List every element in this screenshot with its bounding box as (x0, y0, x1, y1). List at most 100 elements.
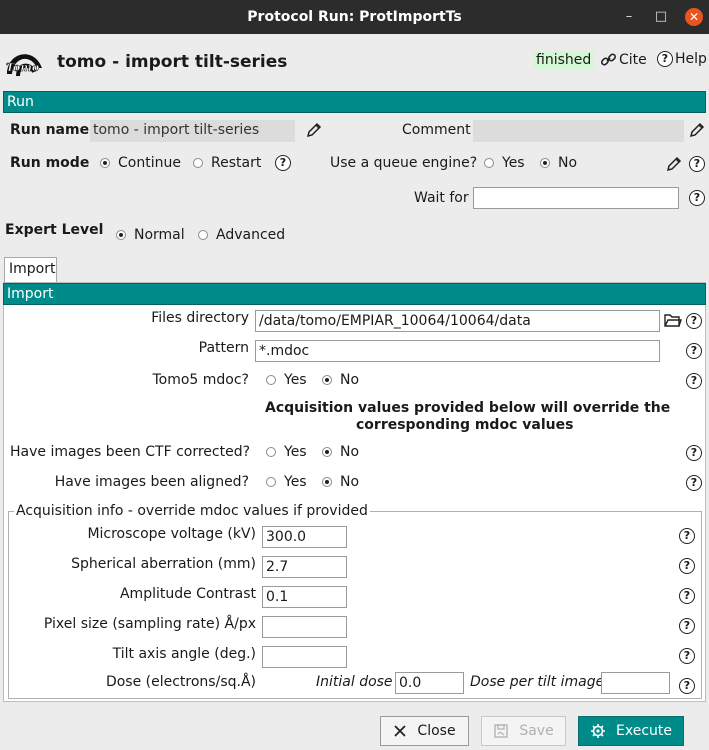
edit-run-name-icon[interactable] (305, 121, 323, 139)
wait-for-help-icon[interactable]: ? (689, 190, 705, 206)
expert-level-label: Expert Level (5, 222, 104, 238)
radio-aligned-no[interactable] (322, 477, 332, 487)
radio-continue[interactable] (100, 158, 110, 168)
aligned-help-icon[interactable]: ? (686, 475, 702, 491)
execute-button[interactable]: Execute (578, 716, 684, 746)
save-icon (494, 724, 508, 738)
pattern-input[interactable]: *.mdoc (255, 340, 660, 362)
run-mode-help-icon[interactable]: ? (275, 155, 291, 171)
queue-yes-label: Yes (502, 155, 525, 171)
dose-help-icon[interactable]: ? (679, 678, 695, 694)
aligned-no-option[interactable]: No (322, 474, 359, 490)
tilt-axis-help-icon[interactable]: ? (679, 648, 695, 664)
ctf-corrected-label: Have images been CTF corrected? (10, 444, 251, 460)
radio-ctf-yes[interactable] (266, 447, 276, 457)
edit-comment-icon[interactable] (688, 121, 706, 139)
run-title: tomo - import tilt-series (57, 52, 288, 72)
cite-link[interactable]: Cite (600, 51, 647, 68)
spherical-aberration-help-icon[interactable]: ? (679, 558, 695, 574)
amplitude-contrast-input[interactable]: 0.1 (262, 586, 347, 608)
folder-browse-icon[interactable] (664, 312, 682, 328)
amplitude-contrast-help-icon[interactable]: ? (679, 588, 695, 604)
tomo5-yes-option[interactable]: Yes (266, 372, 307, 388)
ctf-yes-option[interactable]: Yes (266, 444, 307, 460)
minimize-icon[interactable]: – (620, 8, 638, 26)
voltage-help-icon[interactable]: ? (679, 528, 695, 544)
expert-advanced-option[interactable]: Advanced (198, 227, 285, 243)
radio-normal[interactable] (116, 230, 126, 240)
import-section-header: Import (3, 283, 706, 305)
execute-button-label: Execute (616, 723, 672, 739)
window-titlebar: Protocol Run: ProtImportTs – □ ✕ (0, 0, 709, 34)
pixel-size-input[interactable] (262, 616, 347, 638)
initial-dose-input[interactable]: 0.0 (395, 672, 464, 694)
edit-queue-icon[interactable] (665, 155, 683, 173)
expert-normal-option[interactable]: Normal (116, 227, 185, 243)
tomo5-yes-label: Yes (284, 372, 307, 388)
tomo-logo: Tomo (4, 44, 44, 82)
aligned-yes-option[interactable]: Yes (266, 474, 307, 490)
ctf-yes-label: Yes (284, 444, 307, 460)
dose-per-tilt-label: Dose per tilt image (470, 674, 605, 690)
tilt-axis-label: Tilt axis angle (deg.) (112, 646, 256, 662)
tomo5-no-option[interactable]: No (322, 372, 359, 388)
run-name-field: tomo - import tilt-series (90, 120, 295, 142)
expert-advanced-label: Advanced (216, 227, 286, 243)
tab-import[interactable]: Import (4, 257, 57, 282)
queue-help-icon[interactable]: ? (689, 156, 705, 172)
gear-icon (591, 724, 605, 738)
queue-no-label: No (558, 155, 578, 171)
run-mode-continue-option[interactable]: Continue (100, 155, 181, 171)
tilt-axis-input[interactable] (262, 646, 347, 668)
expert-normal-label: Normal (134, 227, 185, 243)
wait-for-label: Wait for (414, 190, 469, 206)
wait-for-input[interactable] (473, 187, 679, 209)
close-button[interactable]: Close (380, 716, 469, 746)
run-name-label: Run name (10, 122, 90, 138)
close-button-label: Close (417, 723, 456, 739)
help-link[interactable]: ? Help (657, 51, 707, 67)
aligned-label: Have images been aligned? (54, 474, 249, 490)
radio-ctf-no[interactable] (322, 447, 332, 457)
files-directory-help-icon[interactable]: ? (686, 313, 702, 329)
ctf-no-option[interactable]: No (322, 444, 359, 460)
queue-label: Use a queue engine? (330, 155, 478, 171)
save-button[interactable]: Save (481, 716, 566, 746)
tomo5-help-icon[interactable]: ? (686, 373, 702, 389)
files-directory-input[interactable]: /data/tomo/EMPIAR_10064/10064/data (255, 310, 660, 332)
run-mode-restart-option[interactable]: Restart (193, 155, 261, 171)
close-icon (394, 725, 407, 737)
close-window-icon[interactable]: ✕ (685, 8, 703, 26)
radio-advanced[interactable] (198, 230, 208, 240)
radio-tomo5-yes[interactable] (266, 375, 276, 385)
run-mode-restart-label: Restart (211, 155, 262, 171)
voltage-input[interactable]: 300.0 (262, 526, 347, 548)
comment-field (473, 120, 684, 142)
maximize-icon[interactable]: □ (652, 8, 670, 26)
tomo5-mdoc-label: Tomo5 mdoc? (152, 372, 249, 388)
radio-aligned-yes[interactable] (266, 477, 276, 487)
pixel-size-label: Pixel size (sampling rate) Å/px (43, 616, 256, 632)
queue-no-option[interactable]: No (540, 155, 577, 171)
status-badge: finished (533, 51, 595, 69)
comment-label: Comment (402, 122, 471, 138)
override-note-line1: Acquisition values provided below will o… (265, 400, 671, 416)
aligned-no-label: No (340, 474, 360, 490)
run-section-header: Run (3, 91, 706, 113)
svg-text:Tomo: Tomo (6, 61, 39, 74)
help-icon: ? (657, 51, 673, 67)
radio-queue-no[interactable] (540, 158, 550, 168)
dose-per-tilt-input[interactable] (601, 672, 670, 694)
voltage-label: Microscope voltage (kV) (87, 526, 256, 542)
pixel-size-help-icon[interactable]: ? (679, 618, 695, 634)
queue-yes-option[interactable]: Yes (484, 155, 525, 171)
spherical-aberration-input[interactable]: 2.7 (262, 556, 347, 578)
run-mode-continue-label: Continue (118, 155, 181, 171)
run-mode-label: Run mode (10, 155, 90, 171)
save-button-label: Save (519, 723, 554, 739)
radio-queue-yes[interactable] (484, 158, 494, 168)
ctf-help-icon[interactable]: ? (686, 445, 702, 461)
radio-restart[interactable] (193, 158, 203, 168)
pattern-help-icon[interactable]: ? (686, 343, 702, 359)
radio-tomo5-no[interactable] (322, 375, 332, 385)
